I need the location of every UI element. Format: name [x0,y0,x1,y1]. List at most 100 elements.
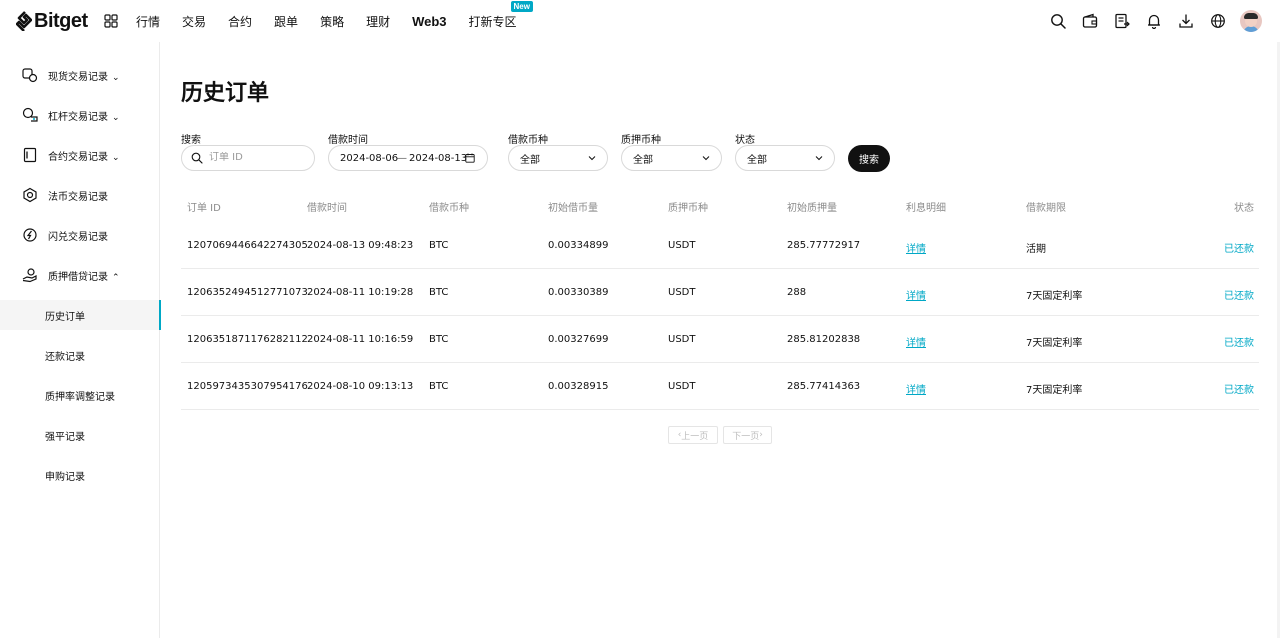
date-end[interactable]: 2024-08-13 [409,153,467,164]
column-header-collateral-coin: 质押币种 [668,203,708,214]
cell-collateral-coin: USDT [668,287,696,298]
collateral-coin-label: 质押币种 [621,135,661,146]
status-badge: 已还款 [1224,338,1254,349]
brand-name: Bitget [34,9,88,32]
cell-order-id: 1207069446642274305 [187,240,308,251]
apps-grid-icon[interactable] [104,14,118,28]
top-right-icons [1036,10,1262,32]
bell-icon[interactable] [1144,11,1164,31]
orders-icon[interactable] [1112,11,1132,31]
search-icon [191,152,203,164]
swap-icon [23,228,37,242]
interest-details-link[interactable]: 详情 [906,334,926,349]
cell-borrow-coin: BTC [429,287,449,298]
search-label: 搜索 [181,135,201,146]
nav-item-launchpad[interactable]: 打新专区 New [468,0,533,30]
spot-icon [22,68,38,83]
cell-initial-collateral: 285.81202838 [787,334,861,345]
cell-borrow-time: 2024-08-11 10:19:28 [307,287,414,298]
collateral-coin-select[interactable]: 全部 [621,145,722,171]
table-row: 1206352494512771073 2024-08-11 10:19:28 … [181,269,1259,316]
status-value: 全部 [747,154,767,166]
margin-icon [22,107,38,122]
interest-details-link[interactable]: 详情 [906,240,926,255]
nav-item-earn[interactable]: 理财 [366,13,390,30]
bitget-logo-icon [16,11,32,31]
table-row: 1206351871176282112 2024-08-11 10:16:59 … [181,316,1259,363]
loan-icon [22,268,37,283]
sidebar-sub-label: 申购记录 [45,471,85,483]
sidebar-item-label: 闪兑交易记录 [48,231,108,243]
sidebar-sub-label: 还款记录 [45,351,85,363]
status-badge: 已还款 [1224,244,1254,255]
status-badge: 已还款 [1224,385,1254,396]
borrow-coin-select[interactable]: 全部 [508,145,608,171]
cell-borrow-coin: BTC [429,334,449,345]
fiat-icon [23,187,37,203]
column-header-borrow-time: 借款时间 [307,203,347,214]
cell-loan-term: 7天固定利率 [1026,291,1083,302]
sidebar-item-spot-records[interactable]: 现货交易记录 ⌄ [0,60,160,90]
chevron-down-icon [815,156,823,161]
chevron-up-icon: ⌃ [112,272,120,283]
borrow-coin-value: 全部 [520,154,540,166]
cell-loan-term: 7天固定利率 [1026,385,1083,396]
interest-details-link[interactable]: 详情 [906,381,926,396]
sidebar-sub-repayment-records[interactable]: 还款记录 [0,340,160,370]
main-nav: 行情 交易 合约 跟单 策略 理财 Web3 打新专区 New [136,0,539,42]
chevron-down-icon [588,156,596,161]
cell-order-id: 1206352494512771073 [187,287,308,298]
sidebar-item-swap-records[interactable]: 闪兑交易记录 [0,220,160,250]
sidebar-sub-history-orders[interactable]: 历史订单 [0,300,161,330]
chevron-right-icon: › [759,430,763,440]
cell-loan-term: 活期 [1026,244,1046,255]
calendar-icon[interactable] [465,153,475,163]
date-separator: — [397,152,407,164]
prev-page-label: 上一页 [681,431,709,442]
sidebar-item-label: 杠杆交易记录 [48,111,108,123]
status-select[interactable]: 全部 [735,145,835,171]
nav-item-trade[interactable]: 交易 [182,13,206,30]
bitget-logo[interactable]: Bitget [16,9,88,33]
date-start[interactable]: 2024-08-06 [340,153,398,164]
futures-icon [23,147,37,163]
wallet-icon[interactable] [1080,11,1100,31]
sidebar-item-margin-records[interactable]: 杠杆交易记录 ⌄ [0,100,160,130]
order-id-search-input[interactable] [209,152,299,163]
cell-loan-term: 7天固定利率 [1026,338,1083,349]
next-page-label: 下一页 [732,431,760,442]
sidebar-sub-subscription-records[interactable]: 申购记录 [0,460,160,490]
sidebar-item-loan-records[interactable]: 质押借贷记录 ⌃ [0,260,160,290]
search-field [181,145,315,171]
globe-icon[interactable] [1208,11,1228,31]
sidebar-sub-liquidation-records[interactable]: 强平记录 [0,420,160,450]
cell-initial-borrow: 0.00328915 [548,381,609,392]
cell-order-id: 1206351871176282112 [187,334,308,345]
cell-order-id: 1205973435307954176 [187,381,308,392]
next-page-button[interactable]: 下一页 › [723,426,772,444]
date-range-picker[interactable]: 2024-08-06 — 2024-08-13 [328,145,488,171]
nav-item-bots[interactable]: 策略 [320,13,344,30]
sidebar-sub-ltv-adjustments[interactable]: 质押率调整记录 [0,380,160,410]
nav-item-futures[interactable]: 合约 [228,13,252,30]
chevron-down-icon: ⌄ [112,72,120,83]
nav-item-copy-trading[interactable]: 跟单 [274,13,298,30]
cell-collateral-coin: USDT [668,381,696,392]
search-icon[interactable] [1048,11,1068,31]
date-range-label: 借款时间 [328,135,368,146]
interest-details-link[interactable]: 详情 [906,287,926,302]
nav-item-web3[interactable]: Web3 [412,14,446,29]
chevron-down-icon: ⌄ [112,152,120,163]
nav-item-markets[interactable]: 行情 [136,13,160,30]
search-button[interactable]: 搜索 [848,145,890,172]
avatar[interactable] [1240,10,1262,32]
download-icon[interactable] [1176,11,1196,31]
nav-item-launchpad-label: 打新专区 [468,14,517,29]
sidebar-item-fiat-records[interactable]: 法币交易记录 [0,180,160,210]
cell-initial-collateral: 285.77772917 [787,240,861,251]
column-header-initial-collateral: 初始质押量 [787,203,837,214]
column-header-borrow-coin: 借款币种 [429,203,469,214]
top-navigation-bar: Bitget 行情 交易 合约 跟单 策略 理财 Web3 打新专区 New [0,0,1280,42]
sidebar-item-futures-records[interactable]: 合约交易记录 ⌄ [0,140,160,170]
prev-page-button[interactable]: ‹ 上一页 [668,426,718,444]
